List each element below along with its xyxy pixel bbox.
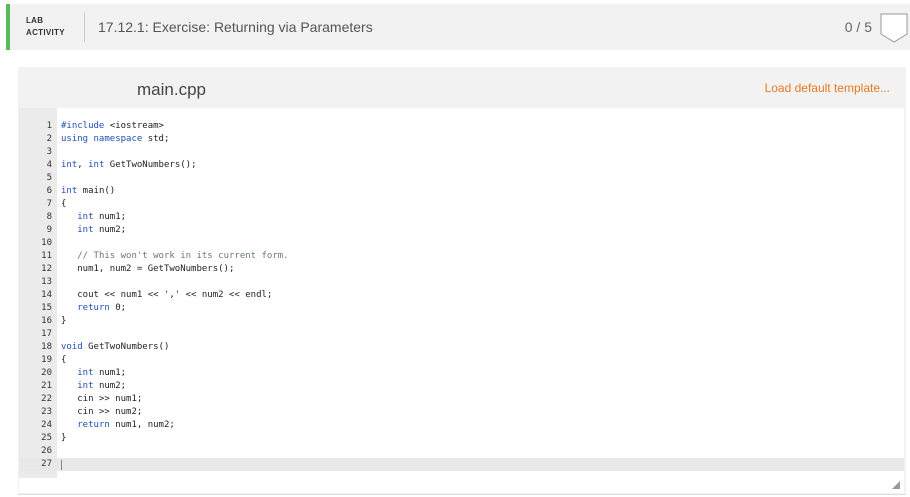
line-number: 25	[41, 433, 52, 443]
line-number: 22	[41, 394, 52, 404]
code-line[interactable]: 24 return num1, num2;	[19, 419, 904, 432]
code-line[interactable]: 6 int main()	[19, 185, 904, 198]
code-line[interactable]: 11 // This won't work in its current for…	[19, 250, 904, 263]
lab-activity-type-label: LAB ACTIVITY	[26, 15, 65, 39]
line-number: 26	[41, 446, 52, 456]
code-editor[interactable]: 1 #include <iostream> 2 using namespace std…	[19, 108, 904, 493]
line-number: 14	[41, 290, 52, 300]
code-text[interactable]: void GetTwoNumbers()	[61, 341, 169, 354]
code-text[interactable]: return num1, num2;	[61, 419, 175, 432]
code-text[interactable]: }	[61, 315, 66, 328]
code-line[interactable]: 10	[19, 237, 904, 250]
line-number: 18	[41, 342, 52, 352]
code-line[interactable]: 17	[19, 328, 904, 341]
code-text[interactable]: using namespace std;	[61, 133, 169, 146]
line-number: 2	[46, 134, 52, 144]
code-line[interactable]: 27	[19, 458, 904, 471]
line-number: 8	[46, 212, 52, 222]
file-name: main.cpp	[137, 80, 206, 99]
code-text[interactable]: int num1;	[61, 211, 126, 224]
code-text[interactable]: }	[61, 432, 66, 445]
code-line[interactable]: 22 cin >> num1;	[19, 393, 904, 406]
load-default-template-link[interactable]: Load default template...	[765, 81, 890, 95]
code-line[interactable]: 5	[19, 172, 904, 185]
code-text[interactable]: int main()	[61, 185, 115, 198]
code-line[interactable]: 1 #include <iostream>	[19, 120, 904, 133]
code-line[interactable]: 20 int num1;	[19, 367, 904, 380]
code-line[interactable]: 7{	[19, 198, 904, 211]
line-number: 20	[41, 368, 52, 378]
code-line[interactable]: 26	[19, 445, 904, 458]
code-editor-panel: main.cpp Load default template... 1 #incl…	[18, 67, 906, 495]
score-text: 0 / 5	[844, 19, 872, 35]
code-line[interactable]: 9 int num2;	[19, 224, 904, 237]
code-line[interactable]: 8 int num1;	[19, 211, 904, 224]
line-number: 6	[46, 186, 52, 196]
code-line[interactable]: 21 int num2;	[19, 380, 904, 393]
code-text[interactable]: #include <iostream>	[61, 120, 164, 133]
lab-label-line1: LAB	[26, 16, 44, 25]
code-text[interactable]: num1, num2 = GetTwoNumbers();	[61, 263, 234, 276]
code-text[interactable]: int num1;	[61, 367, 126, 380]
code-text[interactable]: int num2;	[61, 224, 126, 237]
code-line[interactable]: 18 void GetTwoNumbers()	[19, 341, 904, 354]
code-line[interactable]: 14 cout << num1 << ',' << num2 << endl;	[19, 289, 904, 302]
code-line[interactable]: 23 cin >> num2;	[19, 406, 904, 419]
code-text[interactable]: return 0;	[61, 302, 126, 315]
line-number: 12	[41, 264, 52, 274]
line-number: 5	[46, 173, 52, 183]
line-number: 11	[41, 251, 52, 261]
line-number: 1	[46, 121, 52, 131]
line-number: 23	[41, 407, 52, 417]
line-number: 19	[41, 355, 52, 365]
line-number: 10	[41, 238, 52, 248]
code-line[interactable]: 2 using namespace std;	[19, 133, 904, 146]
code-text[interactable]: cout << num1 << ',' << num2 << endl;	[61, 289, 272, 302]
line-number: 21	[41, 381, 52, 391]
line-number: 7	[46, 199, 52, 209]
code-line[interactable]: 16}	[19, 315, 904, 328]
code-text[interactable]: // This won't work in its current form.	[61, 250, 288, 263]
code-line[interactable]: 19 {	[19, 354, 904, 367]
line-number: 24	[41, 420, 52, 430]
line-number: 27	[41, 459, 52, 469]
code-line[interactable]: 13	[19, 276, 904, 289]
code-text[interactable]: int num2;	[61, 380, 126, 393]
panel-bottom-border	[18, 494, 906, 495]
code-text[interactable]: {	[61, 354, 66, 367]
activity-title: 17.12.1: Exercise: Returning via Paramet…	[98, 19, 373, 35]
line-number: 3	[46, 147, 52, 157]
code-line[interactable]: 15 return 0;	[19, 302, 904, 315]
code-line[interactable]: 3	[19, 146, 904, 159]
header-divider	[84, 12, 85, 42]
line-number: 13	[41, 277, 52, 287]
line-number: 4	[46, 160, 52, 170]
code-text[interactable]: cin >> num2;	[61, 406, 142, 419]
line-number: 15	[41, 303, 52, 313]
line-number: 16	[41, 316, 52, 326]
resize-handle-icon[interactable]	[892, 481, 900, 489]
text-cursor	[61, 460, 62, 470]
code-text[interactable]: int, int GetTwoNumbers();	[61, 159, 197, 172]
lab-label-line2: ACTIVITY	[26, 28, 65, 37]
code-lines[interactable]: 1 #include <iostream> 2 using namespace std…	[19, 120, 904, 471]
code-line[interactable]: 25}	[19, 432, 904, 445]
code-text[interactable]: {	[61, 198, 66, 211]
line-number: 17	[41, 329, 52, 339]
line-number: 9	[46, 225, 52, 235]
score-badge-icon	[880, 13, 908, 43]
code-line[interactable]: 4 int, int GetTwoNumbers();	[19, 159, 904, 172]
lab-activity-header: LAB ACTIVITY 17.12.1: Exercise: Returnin…	[6, 4, 910, 50]
code-text[interactable]: cin >> num1;	[61, 393, 142, 406]
code-line[interactable]: 12 num1, num2 = GetTwoNumbers();	[19, 263, 904, 276]
